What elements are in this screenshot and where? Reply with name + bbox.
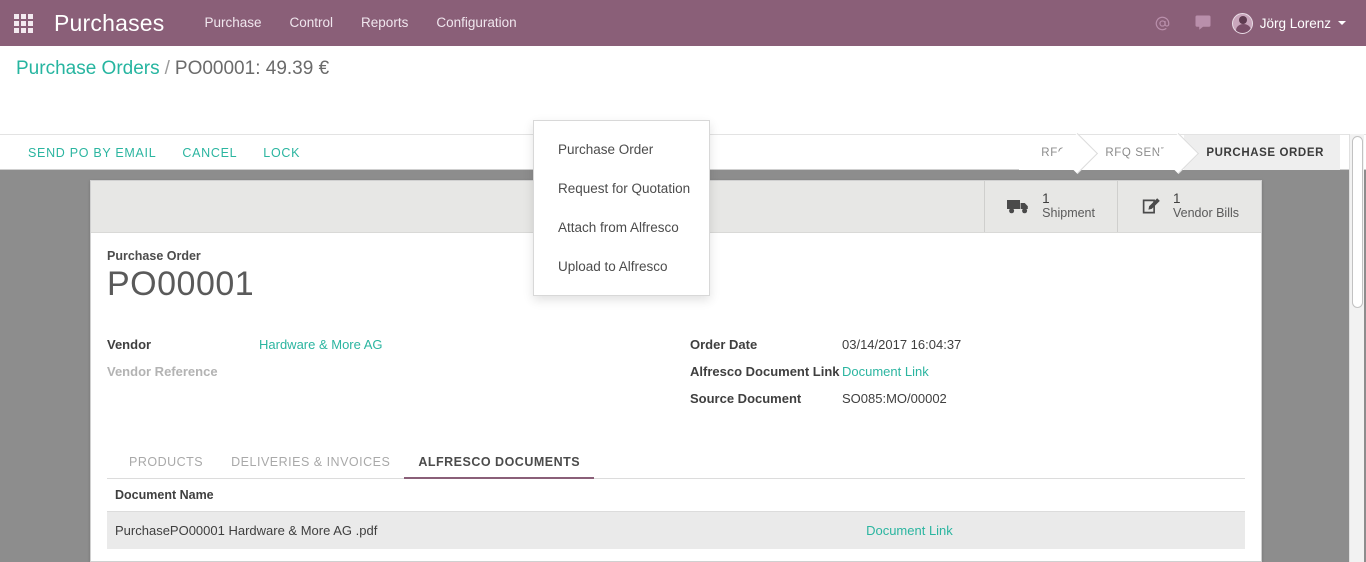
stat-button-shipment[interactable]: 1 Shipment: [984, 181, 1117, 232]
cell-document-link[interactable]: Document Link: [858, 511, 1245, 549]
main-menu: Purchase Control Reports Configuration: [190, 0, 530, 46]
scrollbar-thumb[interactable]: [1352, 136, 1363, 308]
field-label-order-date: Order Date: [690, 337, 758, 353]
status-step-rfq[interactable]: RFQ: [1019, 135, 1084, 171]
app-brand-title: Purchases: [54, 9, 165, 36]
form-column-right: Order Date 03/14/2017 16:04:37 Alfresco …: [676, 336, 1245, 418]
field-label-alfresco-document-link: Alfresco Document Link: [690, 364, 840, 380]
menu-item-reports[interactable]: Reports: [347, 0, 422, 46]
lock-button[interactable]: LOCK: [263, 146, 300, 160]
print-dropdown-menu: Purchase Order Request for Quotation Att…: [533, 120, 710, 296]
status-step-rfq-sent[interactable]: RFQ SENT: [1083, 135, 1185, 171]
cell-document-name: PurchasePO00001 Hardware & More AG .pdf: [107, 511, 859, 549]
field-vendor: Vendor Hardware & More AG: [107, 336, 676, 354]
field-label-vendor-reference: Vendor Reference: [107, 364, 218, 380]
field-value-source-document: SO085:MO/00002: [842, 391, 947, 407]
table-header-row: Document Name: [107, 478, 1245, 512]
print-menu-item-attach-from-alfresco[interactable]: Attach from Alfresco: [534, 208, 709, 247]
print-menu-item-purchase-order[interactable]: Purchase Order: [534, 130, 709, 169]
user-menu[interactable]: Jörg Lorenz: [1226, 0, 1356, 46]
column-header-document-link[interactable]: [858, 478, 1245, 512]
print-menu-item-upload-to-alfresco[interactable]: Upload to Alfresco: [534, 247, 709, 286]
pencil-square-icon: [1140, 196, 1163, 217]
field-alfresco-document-link: Alfresco Document Link Document Link: [690, 363, 1245, 381]
breadcrumb: Purchase Orders / PO00001: 49.39 €: [16, 58, 329, 80]
apps-menu-toggle[interactable]: [0, 0, 46, 46]
grid-apps-icon: [13, 13, 33, 33]
field-value-order-date: 03/14/2017 16:04:37: [842, 337, 962, 353]
field-vendor-reference: Vendor Reference: [107, 363, 676, 381]
field-source-document: Source Document SO085:MO/00002: [690, 390, 1245, 408]
stat-label-vendor-bills: Vendor Bills: [1172, 206, 1239, 221]
menu-item-purchase[interactable]: Purchase: [190, 0, 275, 46]
tab-products[interactable]: PRODUCTS: [115, 448, 217, 479]
tab-deliveries-invoices[interactable]: DELIVERIES & INVOICES: [217, 448, 404, 479]
form-column-left: Vendor Hardware & More AG Vendor Referen…: [107, 336, 676, 418]
breadcrumb-current-record: PO00001: 49.39 €: [174, 58, 330, 79]
form-fields: Vendor Hardware & More AG Vendor Referen…: [107, 336, 1245, 418]
tab-alfresco-documents[interactable]: ALFRESCO DOCUMENTS: [404, 448, 595, 479]
stat-text-vendor-bills: 1 Vendor Bills: [1172, 191, 1239, 221]
alfresco-documents-table: Document Name PurchasePO00001 Hardware &…: [107, 478, 1245, 549]
breadcrumb-purchase-orders[interactable]: Purchase Orders: [16, 58, 160, 79]
cancel-button[interactable]: CANCEL: [182, 146, 237, 160]
stat-text-shipment: 1 Shipment: [1042, 191, 1095, 221]
avatar: [1231, 12, 1253, 34]
odoo-purchase-order-page: Purchases Purchase Control Reports Confi…: [0, 0, 1366, 562]
field-label-vendor: Vendor: [107, 337, 152, 353]
vertical-scrollbar[interactable]: [1349, 134, 1364, 562]
menu-item-control[interactable]: Control: [276, 0, 348, 46]
stat-label-shipment: Shipment: [1042, 206, 1095, 221]
table-header: Document Name: [107, 478, 1245, 512]
field-order-date: Order Date 03/14/2017 16:04:37: [690, 336, 1245, 354]
status-step-purchase-order[interactable]: PURCHASE ORDER: [1184, 135, 1340, 171]
user-name-label: Jörg Lorenz: [1259, 15, 1331, 31]
truck-icon: [1007, 197, 1032, 216]
stat-button-vendor-bills[interactable]: 1 Vendor Bills: [1116, 181, 1261, 232]
chat-bubble-icon[interactable]: [1186, 0, 1220, 46]
stat-value-vendor-bills: 1: [1172, 191, 1181, 207]
column-header-document-name[interactable]: Document Name: [107, 478, 859, 512]
field-value-vendor[interactable]: Hardware & More AG: [259, 336, 383, 354]
workflow-buttons: SEND PO BY EMAIL CANCEL LOCK: [28, 135, 300, 171]
table-body: PurchasePO00001 Hardware & More AG .pdf …: [107, 511, 1245, 549]
breadcrumb-separator: /: [164, 58, 170, 79]
menu-item-configuration[interactable]: Configuration: [422, 0, 530, 46]
status-steps: RFQ RFQ SENT PURCHASE ORDER: [1019, 135, 1340, 171]
send-po-by-email-button[interactable]: SEND PO BY EMAIL: [28, 146, 156, 160]
field-value-alfresco-document-link[interactable]: Document Link: [842, 363, 929, 381]
at-icon[interactable]: [1146, 0, 1180, 46]
navbar-right-tools: Jörg Lorenz: [1146, 0, 1356, 46]
table-row[interactable]: PurchasePO00001 Hardware & More AG .pdf …: [107, 511, 1245, 549]
stat-value-shipment: 1: [1042, 191, 1050, 207]
notebook: PRODUCTS DELIVERIES & INVOICES ALFRESCO …: [107, 448, 1245, 549]
notebook-tabs: PRODUCTS DELIVERIES & INVOICES ALFRESCO …: [107, 448, 1245, 479]
chevron-down-icon: [1338, 21, 1346, 25]
field-label-source-document: Source Document: [690, 391, 802, 407]
top-navbar: Purchases Purchase Control Reports Confi…: [0, 0, 1366, 46]
print-menu-item-request-for-quotation[interactable]: Request for Quotation: [534, 169, 709, 208]
